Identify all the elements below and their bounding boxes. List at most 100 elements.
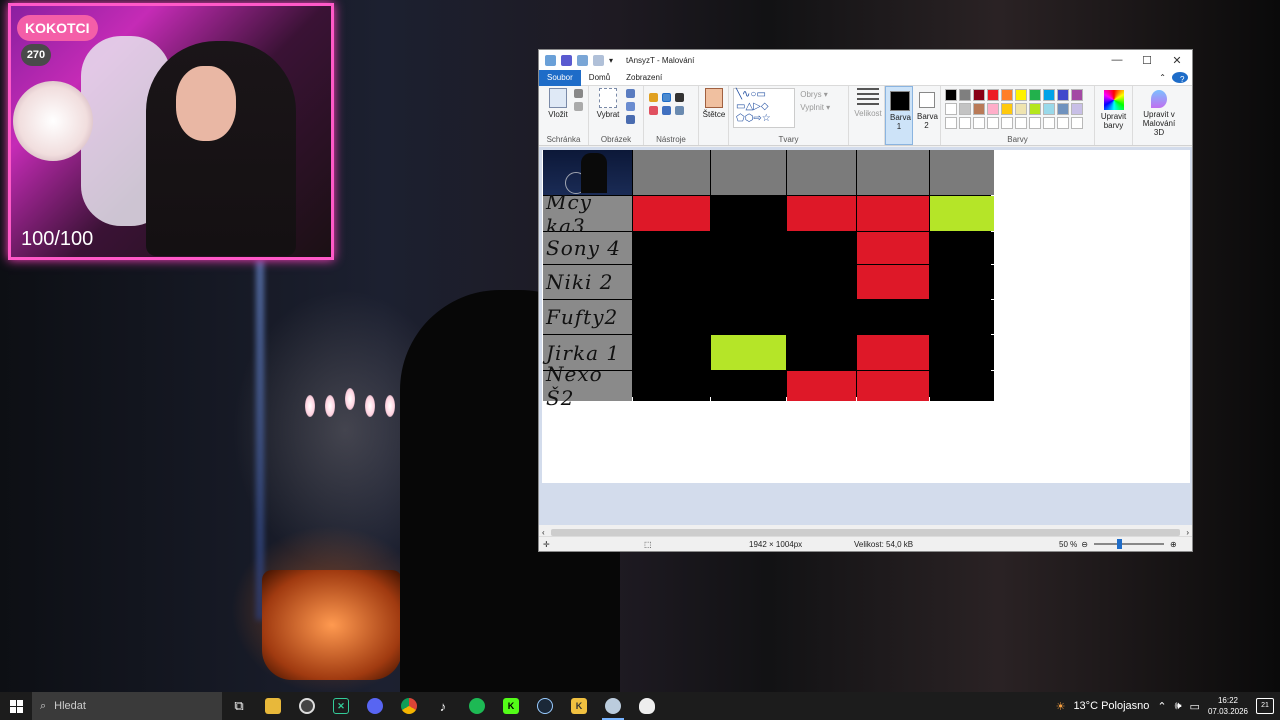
palette-swatch[interactable] <box>1043 117 1055 129</box>
copy-icon[interactable] <box>574 102 583 111</box>
steam-icon[interactable] <box>528 692 562 720</box>
app-icon[interactable]: K <box>562 692 596 720</box>
notification-button[interactable]: 21 <box>1256 698 1274 714</box>
obs-icon[interactable] <box>290 692 324 720</box>
edit-colors-button[interactable]: Upravit barvy <box>1095 86 1133 145</box>
scroll-thumb[interactable] <box>550 528 1181 536</box>
shield-app-icon[interactable] <box>630 692 664 720</box>
kick-icon[interactable]: K <box>494 692 528 720</box>
collapse-ribbon-icon[interactable]: ⌃ <box>1159 73 1166 82</box>
palette-swatch[interactable] <box>1001 89 1013 101</box>
palette-swatch[interactable] <box>945 103 957 115</box>
zoom-in-button[interactable]: ⊕ <box>1170 540 1177 549</box>
palette-swatch[interactable] <box>959 89 971 101</box>
color1-button[interactable]: Barva 1 <box>885 86 913 145</box>
shapes-gallery[interactable]: ╲∿○▭ ▭△▷◇ ⬠⬡⇨☆ <box>733 88 795 128</box>
paint3d-button[interactable]: Upravit v Malování 3D <box>1133 86 1185 145</box>
palette-swatch[interactable] <box>1029 117 1041 129</box>
brushes-group[interactable]: Štětce <box>699 86 729 145</box>
rotate-icon[interactable] <box>626 115 635 124</box>
discord-icon[interactable] <box>358 692 392 720</box>
palette-swatch[interactable] <box>1043 89 1055 101</box>
palette-swatch[interactable] <box>1057 103 1069 115</box>
maximize-button[interactable]: ☐ <box>1132 54 1162 67</box>
palette-swatch[interactable] <box>1001 103 1013 115</box>
xbox-icon[interactable]: ✕ <box>324 692 358 720</box>
palette-swatch[interactable] <box>1015 117 1027 129</box>
palette-swatch[interactable] <box>987 117 999 129</box>
fill-icon[interactable] <box>662 93 672 102</box>
fill-button[interactable]: Vyplnit ▾ <box>800 101 830 114</box>
palette-swatch[interactable] <box>1029 89 1041 101</box>
tray-expand-icon[interactable]: ⌃ <box>1157 700 1166 713</box>
palette-swatch[interactable] <box>987 89 999 101</box>
size-button[interactable]: Velikost <box>849 86 885 145</box>
redo-icon[interactable] <box>593 54 604 66</box>
text-icon[interactable] <box>675 93 685 102</box>
palette-swatch[interactable] <box>973 89 985 101</box>
pencil-icon[interactable] <box>649 93 658 102</box>
zoom-slider-knob[interactable] <box>1116 539 1122 549</box>
volume-icon[interactable]: 🕪 <box>1175 700 1182 713</box>
crop-icon[interactable] <box>626 89 635 98</box>
resize-icon[interactable] <box>626 102 635 111</box>
palette-swatch[interactable] <box>945 117 957 129</box>
network-icon[interactable]: ▭ <box>1190 700 1200 713</box>
color-picker-icon[interactable] <box>662 106 672 115</box>
select-button[interactable]: Vybrat <box>593 88 623 119</box>
canvas[interactable]: Mcy ka3 Sony 4 Niki 2 Fufty2 Jirka 1 Nexo Š2 <box>542 150 1190 483</box>
color2-button[interactable]: Barva 2 <box>913 86 941 145</box>
tab-file[interactable]: Soubor <box>539 69 581 86</box>
palette-swatch[interactable] <box>1015 103 1027 115</box>
palette-swatch[interactable] <box>959 103 971 115</box>
search-box[interactable]: ⌕ Hledat <box>32 692 222 720</box>
magnifier-icon[interactable] <box>675 106 685 115</box>
file-explorer-icon[interactable] <box>256 692 290 720</box>
palette-swatch[interactable] <box>1015 89 1027 101</box>
minimize-button[interactable]: — <box>1102 54 1132 67</box>
palette-swatch[interactable] <box>945 89 957 101</box>
palette-swatch[interactable] <box>1071 117 1083 129</box>
task-view-icon[interactable]: ⧉ <box>222 692 256 720</box>
palette-swatch[interactable] <box>959 117 971 129</box>
tiktok-icon[interactable]: ♪ <box>426 692 460 720</box>
chrome-icon[interactable] <box>392 692 426 720</box>
palette-swatch[interactable] <box>973 103 985 115</box>
eraser-icon[interactable] <box>649 106 658 115</box>
candle-flame <box>385 395 395 417</box>
cut-icon[interactable] <box>574 89 583 98</box>
color1-label: Barva 1 <box>890 113 911 131</box>
palette-swatch[interactable] <box>987 103 999 115</box>
zoom-out-button[interactable]: ⊖ <box>1081 540 1088 549</box>
color1-swatch <box>890 91 910 111</box>
paste-button[interactable]: Vložit <box>543 88 573 119</box>
outline-button[interactable]: Obrys ▾ <box>800 88 830 101</box>
spotify-icon[interactable] <box>460 692 494 720</box>
weather-icon[interactable]: ☀ <box>1056 700 1066 713</box>
start-button[interactable] <box>0 692 32 720</box>
palette-swatch[interactable] <box>1057 89 1069 101</box>
weather-text[interactable]: 13°C Polojasno <box>1073 700 1149 712</box>
palette-swatch[interactable] <box>973 117 985 129</box>
zoom-slider[interactable] <box>1093 539 1164 549</box>
title-bar[interactable]: ▾ tAnsyzT - Malování — ☐ ✕ <box>539 50 1192 70</box>
palette-swatch[interactable] <box>1071 103 1083 115</box>
close-button[interactable]: ✕ <box>1162 54 1192 67</box>
quick-access-dropdown-icon[interactable]: ▾ <box>609 56 613 65</box>
tab-home[interactable]: Domů <box>581 71 618 84</box>
clock[interactable]: 16:22 07.03.2026 <box>1208 695 1248 717</box>
palette-swatch[interactable] <box>1057 117 1069 129</box>
tab-view[interactable]: Zobrazení <box>618 71 670 84</box>
palette-swatch[interactable] <box>1001 117 1013 129</box>
paint-taskbar-icon[interactable] <box>596 692 630 720</box>
search-icon: ⌕ <box>40 699 47 712</box>
board-cell-black <box>787 300 856 334</box>
palette-swatch[interactable] <box>1071 89 1083 101</box>
save-icon[interactable] <box>561 54 572 66</box>
palette-swatch[interactable] <box>1043 103 1055 115</box>
palette-swatch[interactable] <box>1029 103 1041 115</box>
board-cell-black <box>711 300 786 334</box>
search-placeholder: Hledat <box>54 700 86 712</box>
undo-icon[interactable] <box>577 54 588 66</box>
help-icon[interactable]: ? <box>1172 72 1188 84</box>
